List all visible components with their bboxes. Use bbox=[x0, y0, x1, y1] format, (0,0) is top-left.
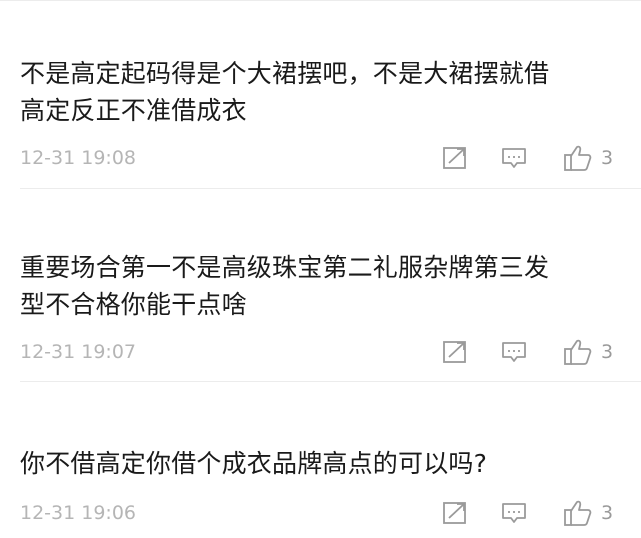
like-count: 3 bbox=[601, 502, 614, 524]
like-count: 3 bbox=[601, 341, 614, 363]
comment-text-line: 高定反正不准借成衣 bbox=[20, 96, 247, 125]
comment-divider bbox=[20, 188, 641, 189]
share-icon bbox=[443, 502, 466, 524]
reply-icon bbox=[502, 148, 526, 168]
reply-button[interactable] bbox=[500, 143, 528, 173]
reply-button[interactable] bbox=[500, 337, 528, 367]
like-count: 3 bbox=[601, 147, 614, 169]
timestamp: 12-31 19:06 bbox=[20, 502, 137, 524]
comment-item: 重要场合第一不是高级珠宝第二礼服杂牌第三发 型不合格你能干点啥 12-31 19… bbox=[0, 190, 641, 382]
thumbs-up-icon bbox=[564, 145, 592, 171]
comment-meta: 12-31 19:06 3 bbox=[20, 498, 621, 528]
comment-item: 不是高定起码得是个大裙摆吧，不是大裙摆就借 高定反正不准借成衣 12-31 19… bbox=[0, 0, 641, 189]
comment-text: 不是高定起码得是个大裙摆吧，不是大裙摆就借 高定反正不准借成衣 bbox=[20, 55, 620, 129]
reply-icon bbox=[502, 342, 526, 362]
comment-text-line: 不是高定起码得是个大裙摆吧，不是大裙摆就借 bbox=[20, 59, 550, 88]
comment-meta: 12-31 19:07 3 bbox=[20, 337, 621, 367]
share-icon bbox=[443, 147, 466, 169]
comment-divider bbox=[20, 381, 641, 382]
comment-text: 你不借高定你借个成衣品牌高点的可以吗? bbox=[20, 445, 620, 482]
timestamp: 12-31 19:07 bbox=[20, 341, 137, 363]
share-button[interactable] bbox=[442, 498, 468, 528]
comment-meta: 12-31 19:08 3 bbox=[20, 143, 621, 173]
like-button[interactable]: 3 bbox=[563, 143, 613, 173]
reply-button[interactable] bbox=[500, 498, 528, 528]
comment-text-line: 重要场合第一不是高级珠宝第二礼服杂牌第三发 bbox=[20, 253, 550, 282]
share-button[interactable] bbox=[442, 143, 468, 173]
share-button[interactable] bbox=[442, 337, 468, 367]
comment-text: 重要场合第一不是高级珠宝第二礼服杂牌第三发 型不合格你能干点啥 bbox=[20, 249, 620, 323]
comment-text-line: 你不借高定你借个成衣品牌高点的可以吗? bbox=[20, 449, 488, 478]
like-button[interactable]: 3 bbox=[563, 498, 613, 528]
comment-text-line: 型不合格你能干点啥 bbox=[20, 290, 247, 319]
reply-icon bbox=[502, 503, 526, 523]
thumbs-up-icon bbox=[564, 339, 592, 365]
thumbs-up-icon bbox=[564, 500, 592, 526]
share-icon bbox=[443, 341, 466, 363]
like-button[interactable]: 3 bbox=[563, 337, 613, 367]
timestamp: 12-31 19:08 bbox=[20, 147, 137, 169]
comment-item: 你不借高定你借个成衣品牌高点的可以吗? 12-31 19:06 3 bbox=[0, 383, 641, 538]
